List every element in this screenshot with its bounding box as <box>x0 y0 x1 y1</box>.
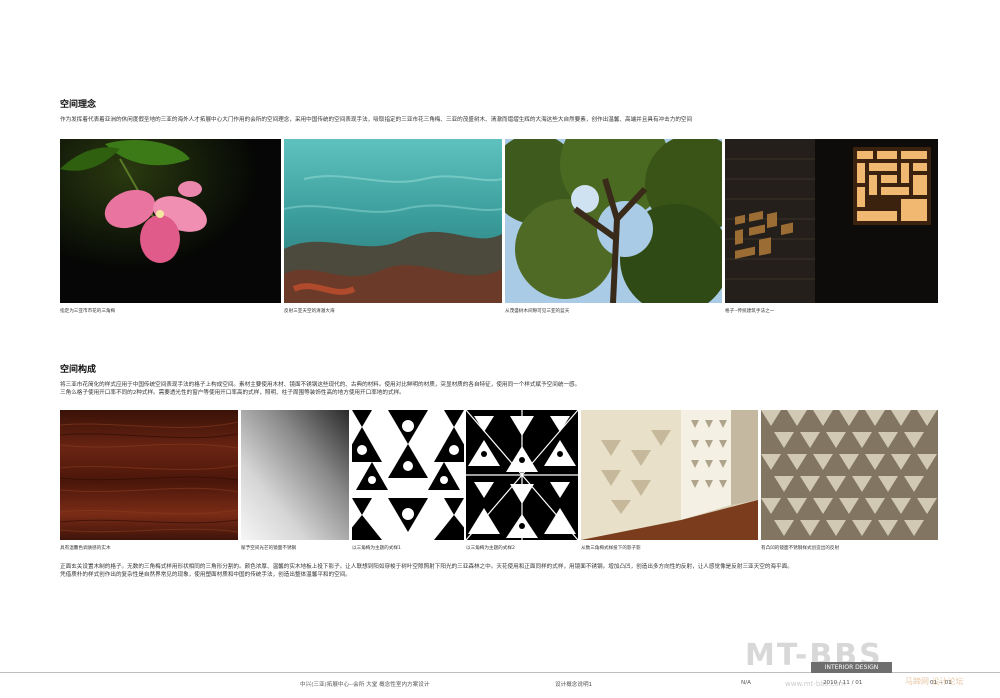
sea-water-photo <box>284 139 502 303</box>
interior-design-badge: INTERIOR DESIGN <box>811 662 892 673</box>
triangle-pattern-2 <box>466 410 578 540</box>
lattice-window-photo <box>725 139 938 303</box>
section2-description-line2: 三角么格子使用开口率不同的2种式样。需要透光性的窗户等使用开口率高的式样，照明、… <box>60 390 405 396</box>
footer-project: 中兴(三亚)拓展中心--会所 大堂 概念性室内方案设计 <box>300 682 430 688</box>
section1-description: 作为发挥着代表着亚洲的休闲度假圣地的三亚的海外人才拓展中心大门作用的会所的空间理… <box>60 117 693 123</box>
section2-title: 空间构成 <box>60 365 97 375</box>
caption-lattice: 格子--传统建筑手法之一 <box>725 309 775 314</box>
caption-shadow: 从数三角梅式样投下的影子影 <box>581 546 641 551</box>
bougainvillea-photo <box>60 139 281 303</box>
caption-bougainvillea: 指定为三亚市市花的三角梅 <box>60 309 116 314</box>
caption-sea: 反射三亚天空的清澈大海 <box>284 309 335 314</box>
footer-sheet: 设计概念说明1 <box>555 682 593 688</box>
triangle-pattern-1 <box>352 410 464 540</box>
stainless-steel-texture <box>241 410 349 540</box>
footer-date: 2010 / 11 / 01 <box>823 680 863 686</box>
tree-canopy-photo <box>505 139 722 303</box>
section2-body-line2: 凭借质朴的样式创作出的复杂性是自然界常见的现象，使用塑面材质和中国的传统手法，创… <box>60 572 351 578</box>
caption-tree: 从茂盛树木间隙可见三亚的蓝天 <box>505 309 570 314</box>
caption-pattern1: 以三角梅为主题的式样1 <box>352 546 401 551</box>
caption-stainless: 赋予空间光芒的镜面不锈钢 <box>241 546 297 551</box>
footer-page: 01 -- 01 <box>930 680 952 686</box>
section1-title: 空间理念 <box>60 100 97 110</box>
footer-scale: N/A <box>741 680 751 686</box>
lattice-wall-photo <box>761 410 938 540</box>
wood-texture <box>60 410 238 540</box>
shadow-room-photo <box>581 410 758 540</box>
caption-lattice-wall: 有凸凹的镜面不锈钢样式创造出的反射 <box>761 546 840 551</box>
caption-pattern2: 以三角梅为主题的式样2 <box>466 546 515 551</box>
caption-wood: 具有温馨色调质感的实木 <box>60 546 111 551</box>
